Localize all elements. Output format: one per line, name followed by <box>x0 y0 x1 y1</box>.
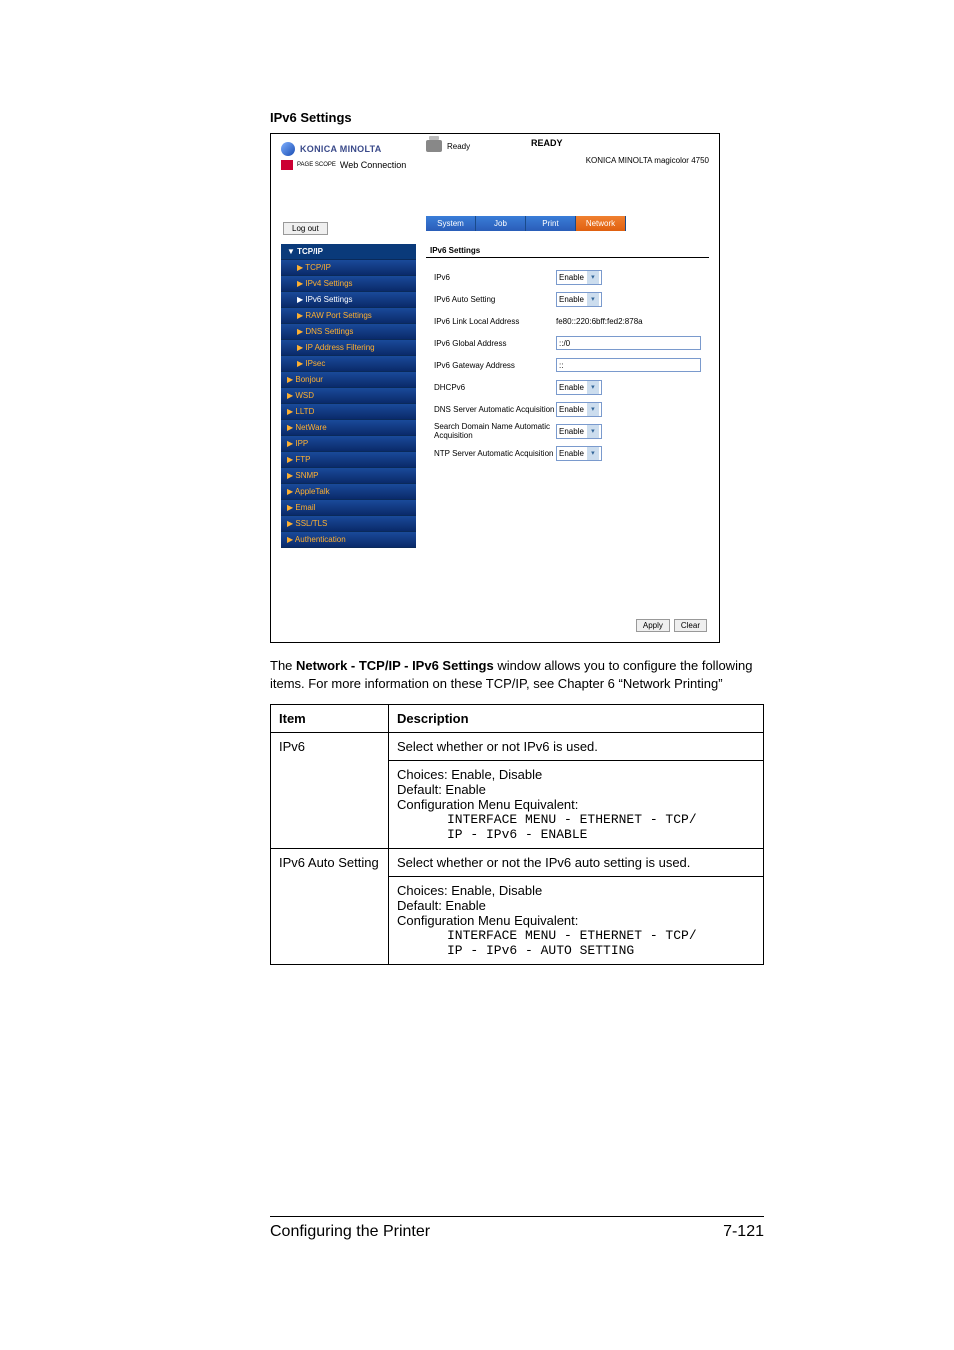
label-gateway: IPv6 Gateway Address <box>426 361 556 370</box>
status-area: Ready <box>426 140 470 152</box>
sidebar-item-ftp[interactable]: ▶ FTP <box>281 452 416 468</box>
main-panel: IPv6 Settings IPv6 Enable▾ IPv6 Auto Set… <box>426 244 709 464</box>
select-searchdomain[interactable]: Enable▾ <box>556 424 602 439</box>
select-dhcpv6[interactable]: Enable▾ <box>556 380 602 395</box>
chevron-down-icon: ▾ <box>587 271 599 284</box>
chevron-down-icon: ▾ <box>587 403 599 416</box>
sidebar-item-appletalk[interactable]: ▶ AppleTalk <box>281 484 416 500</box>
select-dnsauto[interactable]: Enable▾ <box>556 402 602 417</box>
cell-desc-ipv6-1: Select whether or not IPv6 is used. <box>389 733 764 761</box>
sidebar-item-lltd[interactable]: ▶ LLTD <box>281 404 416 420</box>
sidebar-item-snmp[interactable]: ▶ SNMP <box>281 468 416 484</box>
model-label: KONICA MINOLTA magicolor 4750 <box>586 156 709 165</box>
select-ipv6-auto[interactable]: Enable▾ <box>556 292 602 307</box>
sidebar: ▼ TCP/IP ▶ TCP/IP ▶ IPv4 Settings ▶ IPv6… <box>281 244 416 548</box>
sidebar-head[interactable]: ▼ TCP/IP <box>281 244 416 260</box>
description-table: Item Description IPv6 Select whether or … <box>270 704 764 965</box>
cell-desc-ipv6auto-1: Select whether or not the IPv6 auto sett… <box>389 849 764 877</box>
sidebar-item-ipv4[interactable]: ▶ IPv4 Settings <box>281 276 416 292</box>
screenshot-frame: KONICA MINOLTA PAGE SCOPE Web Connection… <box>270 133 720 643</box>
cell-desc-ipv6-2: Choices: Enable, Disable Default: Enable… <box>389 761 764 849</box>
row-linklocal: IPv6 Link Local Address fe80::220:6bff:f… <box>426 310 709 332</box>
cell-item-ipv6: IPv6 <box>271 733 389 849</box>
sidebar-item-auth[interactable]: ▶ Authentication <box>281 532 416 548</box>
value-linklocal: fe80::220:6bff:fed2:878a <box>556 317 643 326</box>
apply-button[interactable]: Apply <box>636 619 670 632</box>
tab-system[interactable]: System <box>426 216 476 231</box>
chevron-down-icon: ▾ <box>587 425 599 438</box>
sidebar-item-wsd[interactable]: ▶ WSD <box>281 388 416 404</box>
body-paragraph: The Network - TCP/IP - IPv6 Settings win… <box>270 657 764 692</box>
brand-row: KONICA MINOLTA <box>281 142 709 156</box>
pagescope-small: PAGE SCOPE <box>297 162 336 168</box>
row-ipv6-auto: IPv6 Auto Setting Enable▾ <box>426 288 709 310</box>
label-global: IPv6 Global Address <box>426 339 556 348</box>
sidebar-item-dns[interactable]: ▶ DNS Settings <box>281 324 416 340</box>
input-gateway[interactable]: :: <box>556 358 701 372</box>
sidebar-item-ssltls[interactable]: ▶ SSL/TLS <box>281 516 416 532</box>
sidebar-item-netware[interactable]: ▶ NetWare <box>281 420 416 436</box>
sidebar-item-rawport[interactable]: ▶ RAW Port Settings <box>281 308 416 324</box>
label-ipv6-auto: IPv6 Auto Setting <box>426 295 556 304</box>
status-text: Ready <box>447 142 470 151</box>
table-row: IPv6 Select whether or not IPv6 is used. <box>271 733 764 761</box>
tab-job[interactable]: Job <box>476 216 526 231</box>
clear-button[interactable]: Clear <box>674 619 707 632</box>
logout-area: Log out <box>283 218 328 236</box>
row-dnsauto: DNS Server Automatic Acquisition Enable▾ <box>426 398 709 420</box>
form-buttons: Apply Clear <box>636 619 707 632</box>
row-ntpauto: NTP Server Automatic Acquisition Enable▾ <box>426 442 709 464</box>
page-footer: Configuring the Printer 7-121 <box>270 1216 764 1241</box>
input-global[interactable]: ::/0 <box>556 336 701 350</box>
cell-item-ipv6auto: IPv6 Auto Setting <box>271 849 389 965</box>
select-ipv6[interactable]: Enable▾ <box>556 270 602 285</box>
pagescope-text: Web Connection <box>340 160 406 170</box>
row-gateway: IPv6 Gateway Address :: <box>426 354 709 376</box>
row-ipv6: IPv6 Enable▾ <box>426 266 709 288</box>
row-searchdomain: Search Domain Name Automatic Acquisition… <box>426 420 709 442</box>
cell-desc-ipv6auto-2: Choices: Enable, Disable Default: Enable… <box>389 877 764 965</box>
tab-bar: System Job Print Network <box>426 216 626 231</box>
chevron-down-icon: ▾ <box>587 381 599 394</box>
logout-button[interactable]: Log out <box>283 222 328 235</box>
sidebar-item-ipfilter[interactable]: ▶ IP Address Filtering <box>281 340 416 356</box>
select-ntpauto[interactable]: Enable▾ <box>556 446 602 461</box>
ready-label: READY <box>531 138 563 148</box>
th-item: Item <box>271 705 389 733</box>
row-global: IPv6 Global Address ::/0 <box>426 332 709 354</box>
th-desc: Description <box>389 705 764 733</box>
sidebar-item-bonjour[interactable]: ▶ Bonjour <box>281 372 416 388</box>
table-head-row: Item Description <box>271 705 764 733</box>
label-dnsauto: DNS Server Automatic Acquisition <box>426 405 556 414</box>
table-row: IPv6 Auto Setting Select whether or not … <box>271 849 764 877</box>
brand-text: KONICA MINOLTA <box>300 144 382 154</box>
printer-icon <box>426 140 442 152</box>
label-searchdomain: Search Domain Name Automatic Acquisition <box>426 422 556 440</box>
row-dhcpv6: DHCPv6 Enable▾ <box>426 376 709 398</box>
label-linklocal: IPv6 Link Local Address <box>426 317 556 326</box>
section-heading: IPv6 Settings <box>270 110 764 125</box>
sidebar-item-ipp[interactable]: ▶ IPP <box>281 436 416 452</box>
sidebar-item-ipsec[interactable]: ▶ IPsec <box>281 356 416 372</box>
label-ipv6: IPv6 <box>426 273 556 282</box>
form-title: IPv6 Settings <box>426 244 709 258</box>
pagescope-badge-icon <box>281 160 293 170</box>
brand-logo-icon <box>281 142 295 156</box>
sidebar-item-ipv6[interactable]: ▶ IPv6 Settings <box>281 292 416 308</box>
sidebar-item-email[interactable]: ▶ Email <box>281 500 416 516</box>
chevron-down-icon: ▾ <box>587 447 599 460</box>
label-ntpauto: NTP Server Automatic Acquisition <box>426 449 556 458</box>
footer-right: 7-121 <box>723 1223 764 1241</box>
label-dhcpv6: DHCPv6 <box>426 383 556 392</box>
tab-print[interactable]: Print <box>526 216 576 231</box>
tab-network[interactable]: Network <box>576 216 626 231</box>
footer-left: Configuring the Printer <box>270 1223 430 1241</box>
sidebar-item-tcpip[interactable]: ▶ TCP/IP <box>281 260 416 276</box>
screenshot-topbar: KONICA MINOLTA PAGE SCOPE Web Connection <box>281 142 709 192</box>
chevron-down-icon: ▾ <box>587 293 599 306</box>
